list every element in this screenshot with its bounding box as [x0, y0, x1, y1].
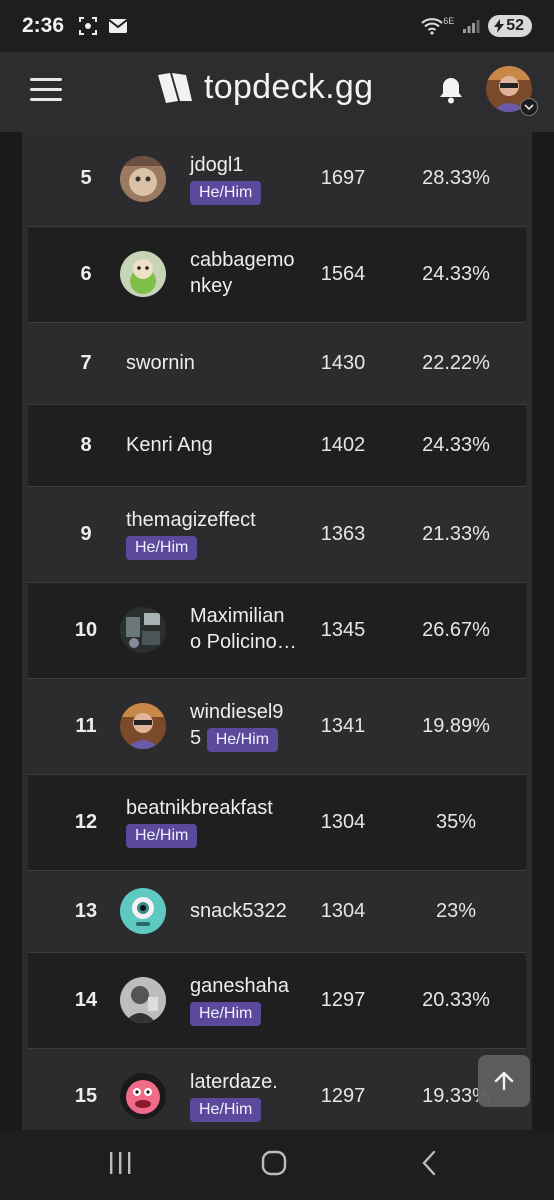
- player-name[interactable]: laterdaze. He/Him: [190, 1069, 278, 1122]
- rank: 12: [74, 811, 98, 833]
- table-row[interactable]: 14 ganeshaha He/Him 1297 20.33%: [28, 953, 526, 1049]
- player-name[interactable]: Kenri Ang: [126, 432, 213, 458]
- win-rate: 28.33%: [422, 167, 490, 189]
- logo[interactable]: topdeck.gg: [156, 68, 373, 107]
- win-rate: 35%: [435, 811, 477, 833]
- elo: 1297: [320, 1085, 366, 1107]
- logo-text: topdeck.gg: [204, 68, 374, 106]
- elo: 1363: [320, 523, 366, 545]
- pronoun-badge: He/Him: [190, 181, 262, 205]
- screenshot-icon: [79, 17, 98, 35]
- rank: 8: [80, 434, 92, 456]
- win-rate: 23%: [435, 900, 477, 922]
- system-nav-bar: [0, 1130, 554, 1200]
- rank: 11: [75, 715, 97, 737]
- player-avatar[interactable]: [120, 703, 166, 749]
- win-rate: 21.33%: [422, 523, 490, 545]
- elo: 1564: [320, 263, 366, 285]
- elo: 1297: [320, 989, 366, 1011]
- player-name[interactable]: beatnikbreakfast He/Him: [126, 795, 273, 848]
- elo: 1402: [320, 434, 366, 456]
- table-row[interactable]: 12 beatnikbreakfast He/Him 1304 35%: [28, 775, 526, 871]
- pronoun-badge: He/Him: [190, 1098, 262, 1122]
- rank: 9: [80, 523, 92, 545]
- player-avatar[interactable]: [120, 156, 166, 202]
- table-row[interactable]: 6 cabbagemo nkey 1564 24.33%: [28, 227, 526, 323]
- player-avatar[interactable]: [120, 977, 166, 1023]
- player-avatar[interactable]: [120, 251, 166, 297]
- rank: 13: [74, 900, 98, 922]
- elo: 1697: [320, 167, 366, 189]
- leaderboard: 5 jdogl1 He/Him 1697 28.33% 6 cabbagemo …: [22, 132, 532, 1130]
- wifi-icon: [421, 18, 443, 35]
- user-avatar-button[interactable]: [486, 66, 538, 116]
- win-rate: 22.22%: [422, 352, 490, 374]
- recent-apps-icon[interactable]: [106, 1148, 134, 1183]
- table-row[interactable]: 15 laterdaze. He/Him 1297 19.33%: [28, 1049, 526, 1130]
- status-time: 2:36: [22, 14, 65, 37]
- back-icon[interactable]: [418, 1148, 442, 1183]
- chevron-down-icon: [520, 98, 538, 116]
- arrow-up-icon: [494, 1071, 514, 1091]
- pronoun-badge: He/Him: [190, 1002, 262, 1026]
- charging-icon: [494, 19, 505, 33]
- rank: 6: [80, 263, 92, 285]
- table-row[interactable]: 9 themagizeffect He/Him 1363 21.33%: [28, 487, 526, 583]
- table-row[interactable]: 10 Maximilian o Policino… 1345 26.67%: [28, 583, 526, 679]
- menu-icon[interactable]: [30, 78, 62, 104]
- rank: 15: [74, 1085, 98, 1107]
- elo: 1341: [320, 715, 366, 737]
- win-rate: 24.33%: [422, 434, 490, 456]
- player-name[interactable]: ganeshaha He/Him: [190, 973, 289, 1026]
- battery-indicator: 52: [488, 15, 532, 37]
- home-icon[interactable]: [260, 1148, 290, 1183]
- player-name[interactable]: windiesel9 5 He/Him: [190, 699, 283, 752]
- app-header: topdeck.gg: [0, 52, 554, 132]
- rank: 10: [74, 619, 98, 641]
- signal-icon: [463, 20, 480, 33]
- player-name[interactable]: Maximilian o Policino…: [190, 603, 297, 655]
- rank: 5: [80, 167, 92, 189]
- player-avatar[interactable]: [120, 607, 166, 653]
- notifications-bell-icon[interactable]: [438, 76, 464, 109]
- table-row[interactable]: 13 snack5322 1304 23%: [28, 871, 526, 953]
- player-name[interactable]: cabbagemo nkey: [190, 247, 295, 299]
- win-rate: 26.67%: [422, 619, 490, 641]
- pronoun-badge: He/Him: [126, 824, 198, 848]
- player-name[interactable]: swornin: [126, 350, 195, 376]
- table-row[interactable]: 11 windiesel9 5 He/Him 1341 19.89%: [28, 679, 526, 775]
- table-row[interactable]: 5 jdogl1 He/Him 1697 28.33%: [28, 132, 526, 227]
- win-rate: 24.33%: [422, 263, 490, 285]
- battery-level: 52: [506, 17, 524, 34]
- topdeck-logo-icon: [158, 72, 192, 103]
- mail-icon: [108, 19, 128, 33]
- elo: 1430: [320, 352, 366, 374]
- right-gutter: [532, 132, 554, 1130]
- status-bar: 2:36 6E 52: [0, 0, 554, 52]
- pronoun-badge: He/Him: [206, 728, 279, 752]
- rank: 7: [80, 352, 92, 374]
- player-avatar[interactable]: [120, 888, 166, 934]
- elo: 1304: [320, 900, 366, 922]
- pronoun-badge: He/Him: [126, 536, 198, 560]
- player-name[interactable]: themagizeffect He/Him: [126, 507, 256, 560]
- table-row[interactable]: 8 Kenri Ang 1402 24.33%: [28, 405, 526, 487]
- rank: 14: [74, 989, 98, 1011]
- player-name[interactable]: snack5322: [190, 898, 287, 924]
- scroll-to-top-button[interactable]: [478, 1055, 530, 1107]
- table-row[interactable]: 7 swornin 1430 22.22%: [28, 323, 526, 405]
- win-rate: 19.89%: [422, 715, 490, 737]
- elo: 1304: [320, 811, 366, 833]
- win-rate: 20.33%: [422, 989, 490, 1011]
- network-label: 6E: [443, 16, 455, 26]
- left-gutter: [0, 132, 22, 1130]
- player-avatar[interactable]: [120, 1073, 166, 1119]
- player-name[interactable]: jdogl1 He/Him: [190, 152, 262, 205]
- elo: 1345: [320, 619, 366, 641]
